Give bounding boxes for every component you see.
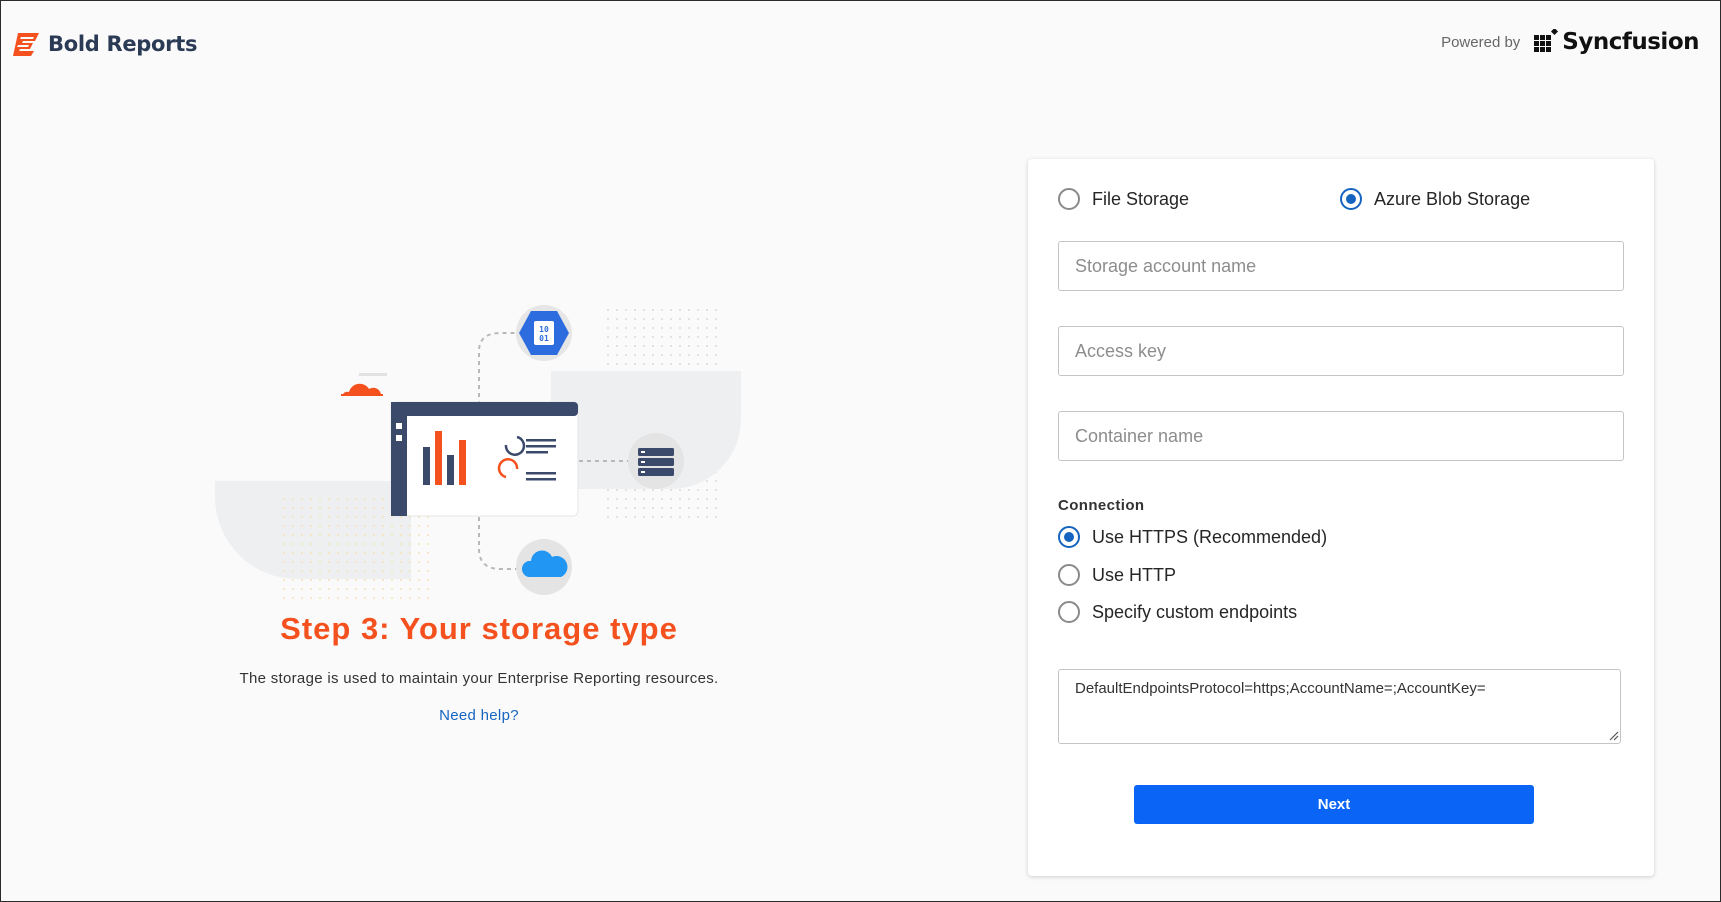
orange-cloud-icon bbox=[341, 373, 387, 396]
storage-form-card: File Storage Azure Blob Storage Connecti… bbox=[1028, 159, 1654, 876]
connection-section-label: Connection bbox=[1058, 497, 1145, 514]
resize-handle-icon[interactable] bbox=[1607, 729, 1619, 741]
file-storage-option[interactable]: File Storage bbox=[1058, 188, 1189, 210]
http-radio[interactable] bbox=[1058, 564, 1080, 586]
brand-name: Bold Reports bbox=[48, 32, 198, 56]
access-key-input[interactable] bbox=[1058, 326, 1624, 376]
dashboard-window-icon bbox=[390, 401, 579, 517]
need-help-link[interactable]: Need help? bbox=[1, 707, 957, 724]
container-name-input[interactable] bbox=[1058, 411, 1624, 461]
file-storage-label: File Storage bbox=[1092, 188, 1190, 209]
http-label: Use HTTP bbox=[1092, 564, 1177, 585]
cloud-icon bbox=[516, 539, 572, 595]
https-option[interactable]: Use HTTPS (Recommended) bbox=[1058, 526, 1327, 548]
custom-endpoints-label: Specify custom endpoints bbox=[1092, 601, 1298, 622]
https-label: Use HTTPS (Recommended) bbox=[1092, 526, 1328, 547]
bold-reports-logo-icon bbox=[13, 33, 39, 56]
binary-file-icon: 10 01 bbox=[516, 305, 572, 361]
binary-text-bottom: 01 bbox=[539, 334, 549, 343]
bold-reports-logo: Bold Reports bbox=[12, 31, 197, 57]
syncfusion-logo: Syncfusion bbox=[1534, 29, 1699, 55]
step-title: Step 3: Your storage type bbox=[280, 611, 678, 646]
https-radio[interactable] bbox=[1058, 526, 1080, 548]
custom-endpoints-radio[interactable] bbox=[1058, 601, 1080, 623]
azure-blob-storage-label: Azure Blob Storage bbox=[1374, 188, 1531, 209]
http-option[interactable]: Use HTTP bbox=[1058, 564, 1176, 586]
server-icon bbox=[628, 433, 684, 489]
partner-name: Syncfusion bbox=[1562, 29, 1699, 55]
storage-account-name-input[interactable] bbox=[1058, 241, 1624, 291]
file-storage-radio[interactable] bbox=[1058, 188, 1080, 210]
step-description: The storage is used to maintain your Ent… bbox=[239, 670, 719, 687]
storage-illustration: 10 01 bbox=[215, 305, 741, 604]
next-button[interactable]: Next bbox=[1134, 785, 1534, 824]
custom-endpoints-option[interactable]: Specify custom endpoints bbox=[1058, 601, 1297, 623]
binary-text-top: 10 bbox=[539, 325, 549, 334]
azure-blob-storage-option[interactable]: Azure Blob Storage bbox=[1340, 188, 1530, 210]
powered-by-label: Powered by bbox=[1441, 33, 1521, 51]
azure-blob-storage-radio[interactable] bbox=[1340, 188, 1362, 210]
powered-by: Powered by Syncfusion bbox=[1441, 29, 1699, 55]
connection-string-textarea[interactable]: DefaultEndpointsProtocol=https;AccountNa… bbox=[1058, 669, 1621, 744]
syncfusion-grid-icon bbox=[1534, 29, 1559, 52]
